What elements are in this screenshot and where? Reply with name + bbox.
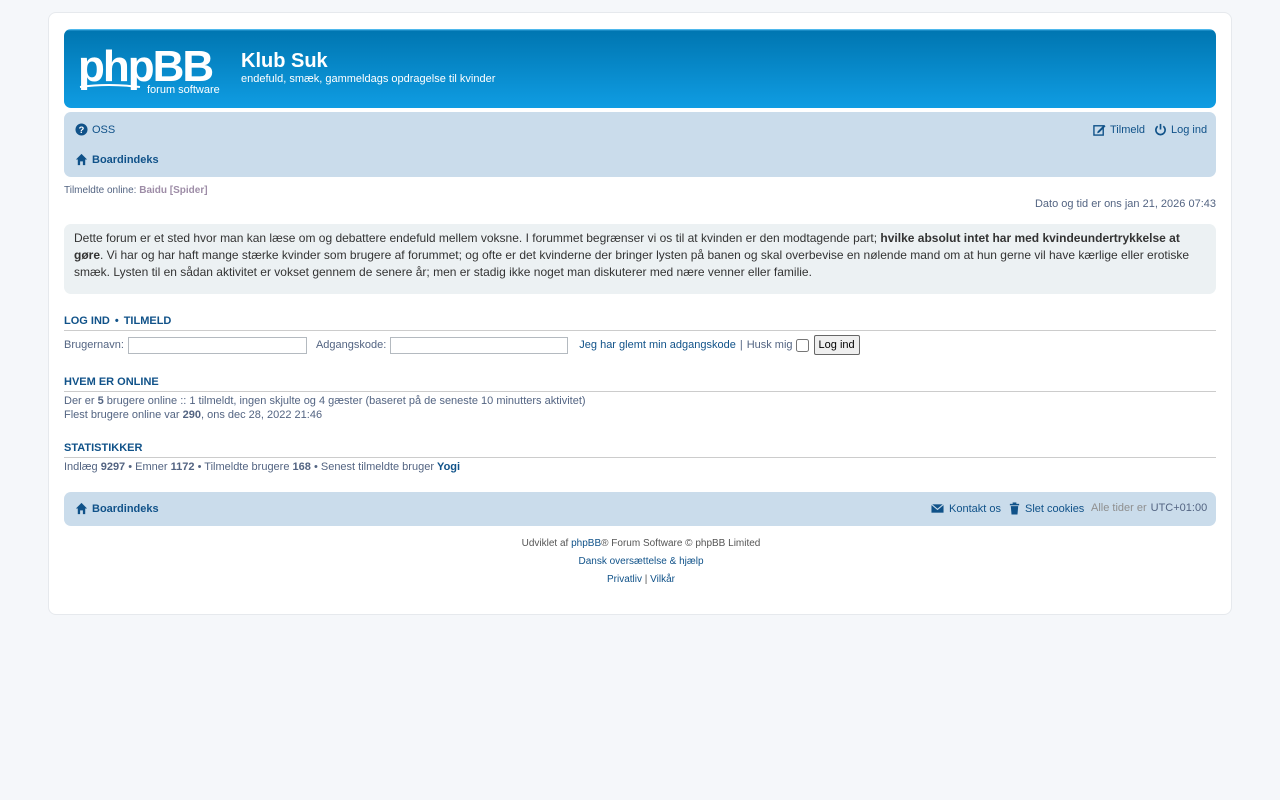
- register-label: Tilmeld: [1110, 123, 1146, 136]
- site-logo[interactable]: phpBB forum software: [78, 42, 230, 96]
- login-link[interactable]: Log ind: [1154, 123, 1207, 136]
- max-online-line: Flest brugere online var 290, ons dec 28…: [64, 409, 322, 421]
- who-is-online-heading: Hvem er online: [64, 376, 1216, 392]
- online-user-link[interactable]: Baidu [Spider]: [139, 185, 207, 196]
- posts-count: 9297: [100, 461, 126, 473]
- footer-navbar: Boardindeks Kontakt os Slet cookies Alle…: [64, 492, 1216, 526]
- page-wrapper: phpBB forum software Klub Suk endefuld, …: [48, 12, 1232, 615]
- faq-link[interactable]: ? OSS: [75, 123, 115, 136]
- max-online-value: 290: [182, 409, 201, 421]
- translation-link[interactable]: Dansk oversættelse & hjælp: [578, 556, 703, 567]
- delete-cookies-label: Slet cookies: [1025, 502, 1085, 515]
- max-online-post: , ons dec 28, 2022 21:46: [200, 409, 323, 421]
- login-section-heading: Log ind • Tilmeld: [64, 315, 1216, 331]
- privacy-link[interactable]: Privatliv: [607, 574, 642, 585]
- password-input[interactable]: [390, 336, 569, 354]
- edit-icon: [1093, 124, 1106, 136]
- statistics-heading: Statistikker: [64, 442, 1216, 458]
- newest-user-link[interactable]: Yogi: [437, 461, 460, 473]
- copyright-line: Udviklet af phpBB® Forum Software © phpB…: [49, 538, 1233, 549]
- site-title: Klub Suk: [241, 50, 328, 72]
- announcement-text-2: . Vi har og har haft mange stærke kvinde…: [74, 248, 1190, 279]
- members-count: 168: [292, 461, 311, 473]
- home-icon: [75, 153, 88, 166]
- timezone-value: UTC+01:00: [1150, 502, 1208, 514]
- home-icon: [75, 502, 88, 515]
- timezone-info: Alle tider er UTC+01:00: [1091, 502, 1207, 514]
- heading-separator: •: [114, 315, 119, 327]
- board-index-link[interactable]: Boardindeks: [75, 153, 159, 166]
- online-count-pre: Der er: [64, 395, 98, 407]
- question-circle-icon: ?: [75, 123, 88, 136]
- register-heading-link[interactable]: Tilmeld: [124, 315, 172, 327]
- translation-line: Dansk oversættelse & hjælp: [49, 556, 1233, 567]
- login-form: Brugernavn: Adgangskode: Jeg har glemt m…: [64, 335, 860, 355]
- announcement-box: Dette forum er et sted hvor man kan læse…: [64, 224, 1216, 294]
- remember-me-checkbox[interactable]: [795, 338, 809, 352]
- online-count-line: Der er 5 brugere online :: 1 tilmeldt, i…: [64, 395, 586, 407]
- trash-icon: [1009, 502, 1020, 515]
- current-datetime: Dato og tid er ons jan 21, 2026 07:43: [1034, 198, 1216, 210]
- phpbb-link[interactable]: phpBB: [571, 538, 601, 549]
- announcement-text-1: Dette forum er et sted hvor man kan læse…: [74, 231, 881, 245]
- who-is-online-link[interactable]: Hvem er online: [64, 376, 159, 388]
- topics-label: • Emner: [128, 461, 168, 473]
- navbar: ? OSS Tilmeld Log ind Boardindeks: [64, 112, 1216, 177]
- svg-text:forum software: forum software: [147, 84, 220, 95]
- username-input[interactable]: [127, 336, 307, 354]
- login-heading-link[interactable]: Log ind: [64, 315, 110, 327]
- delete-cookies-link[interactable]: Slet cookies: [1008, 502, 1084, 515]
- remember-me-label: Husk mig: [746, 339, 793, 351]
- legal-pipe: |: [644, 574, 648, 585]
- members-label: • Tilmeldte brugere: [197, 461, 290, 473]
- powered-by-pre: Udviklet af: [521, 538, 569, 549]
- site-description: endefuld, smæk, gammeldags opdragelse ti…: [241, 73, 496, 85]
- powered-by-post: ® Forum Software © phpBB Limited: [601, 538, 761, 549]
- power-icon: [1155, 123, 1166, 136]
- header-bar: phpBB forum software Klub Suk endefuld, …: [64, 29, 1216, 108]
- envelope-icon: [931, 503, 944, 513]
- footer-board-index-link[interactable]: Boardindeks: [75, 502, 159, 515]
- password-label: Adgangskode:: [315, 339, 387, 351]
- online-now-label: Tilmeldte online:: [64, 185, 137, 196]
- terms-link[interactable]: Vilkår: [650, 574, 675, 585]
- contact-label: Kontakt os: [949, 502, 1001, 515]
- register-link[interactable]: Tilmeld: [1093, 123, 1145, 136]
- statistics-line: Indlæg 9297 • Emner 1172 • Tilmeldte bru…: [64, 461, 460, 473]
- timezone-label: Alle tider er: [1091, 502, 1147, 514]
- posts-label: Indlæg: [64, 461, 98, 473]
- forgot-password-link[interactable]: Jeg har glemt min adgangskode: [579, 339, 736, 351]
- contact-link[interactable]: Kontakt os: [930, 502, 1001, 515]
- login-label: Log ind: [1171, 123, 1208, 136]
- newest-label: • Senest tilmeldte bruger: [313, 461, 434, 473]
- username-label: Brugernavn:: [64, 339, 124, 351]
- footer-board-index-label: Boardindeks: [92, 502, 159, 515]
- topics-count: 1172: [170, 461, 195, 473]
- svg-text:?: ?: [79, 125, 85, 135]
- board-index-label: Boardindeks: [92, 153, 159, 166]
- max-online-pre: Flest brugere online var: [64, 409, 183, 421]
- login-button[interactable]: Log ind: [813, 335, 860, 355]
- legal-links: Privatliv | Vilkår: [49, 574, 1233, 585]
- faq-label: OSS: [92, 123, 116, 136]
- online-count-post: brugere online :: 1 tilmeldt, ingen skju…: [103, 395, 586, 407]
- online-now: Tilmeldte online: Baidu [Spider]: [64, 185, 208, 196]
- login-pipe: |: [739, 339, 743, 351]
- phpbb-logo-icon: phpBB forum software: [78, 42, 220, 96]
